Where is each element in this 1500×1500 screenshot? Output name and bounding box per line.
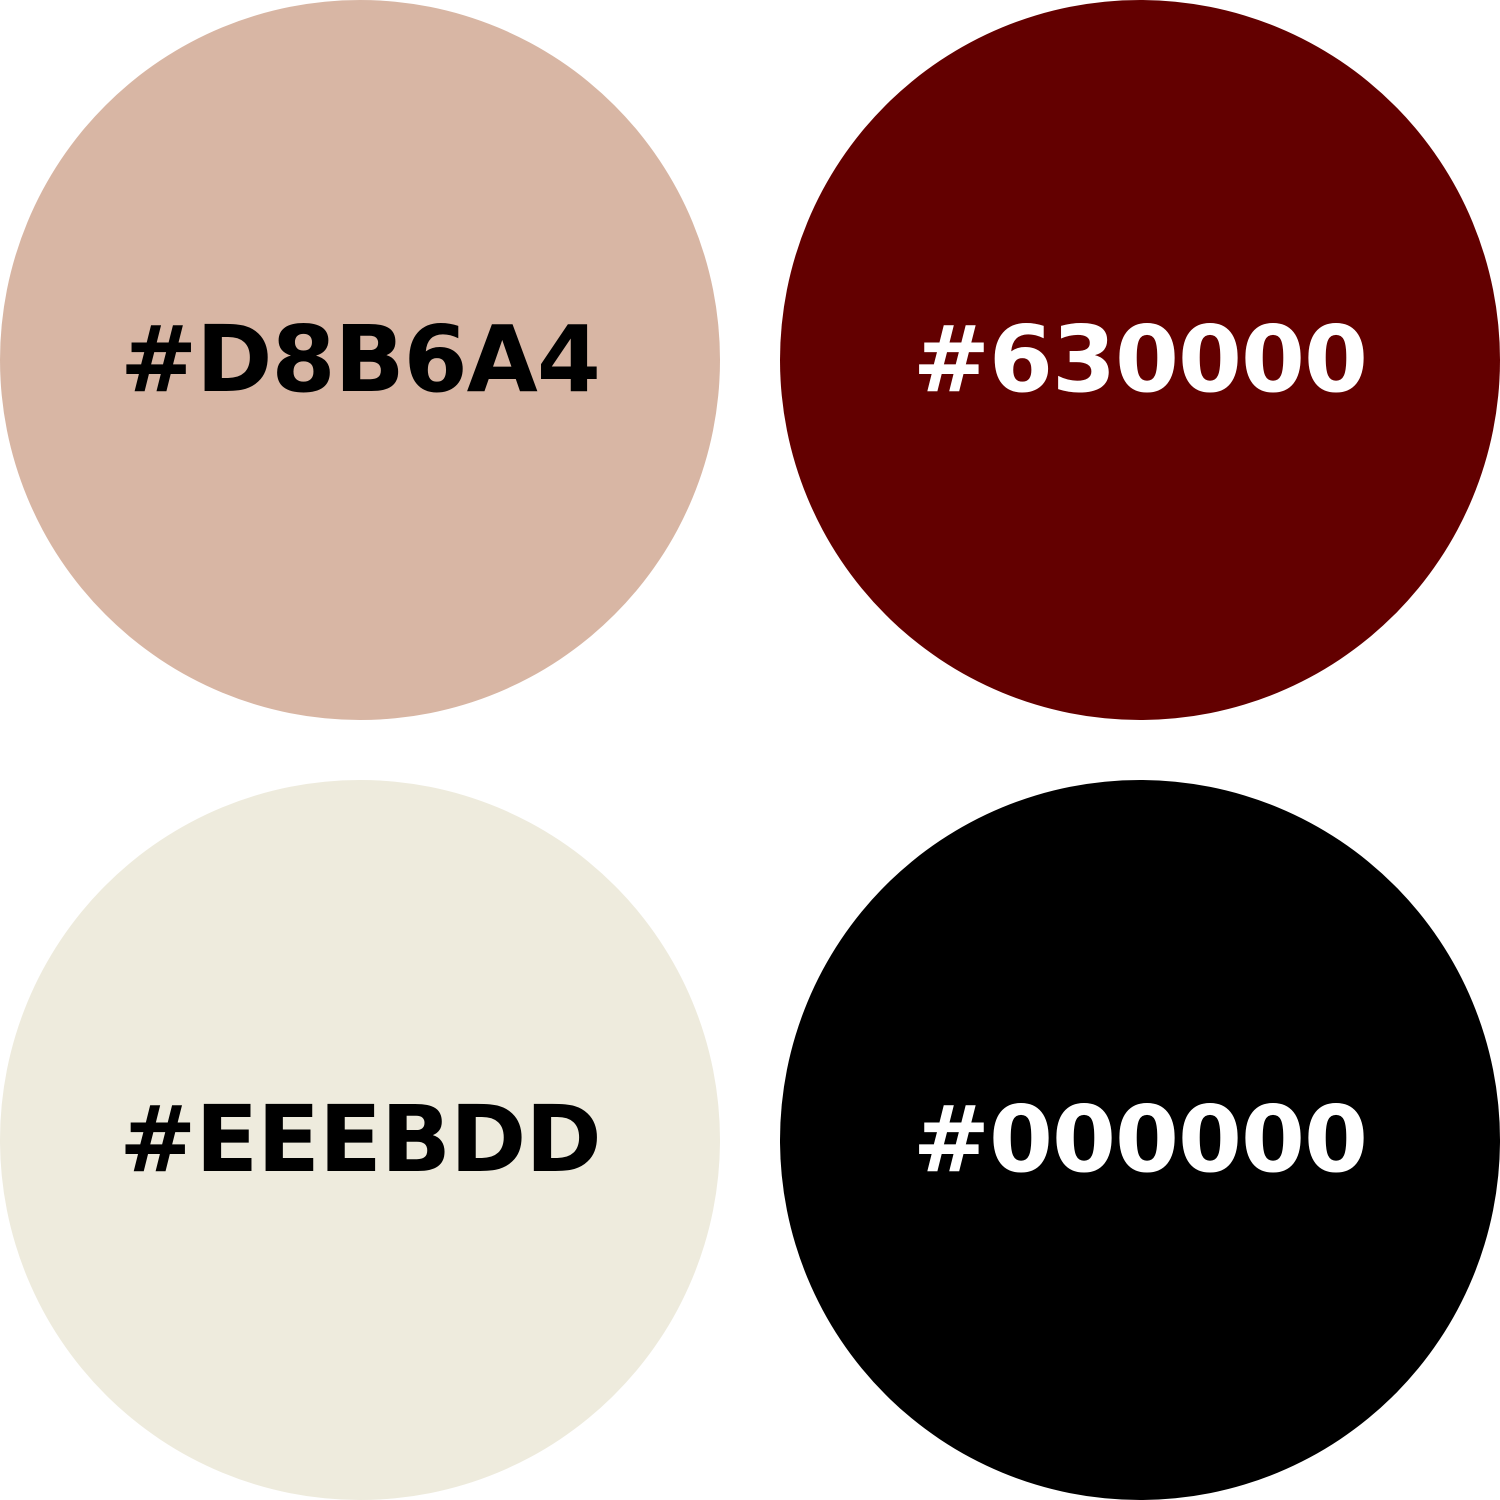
swatch-hex-label: #000000: [912, 1086, 1368, 1193]
color-swatch-4: #000000: [780, 780, 1500, 1500]
swatch-hex-label: #D8B6A4: [120, 306, 601, 413]
color-swatch-3: #EEEBDD: [0, 780, 720, 1500]
swatch-hex-label: #EEEBDD: [119, 1086, 601, 1193]
color-swatch-2: #630000: [780, 0, 1500, 720]
swatch-hex-label: #630000: [912, 306, 1368, 413]
color-swatch-1: #D8B6A4: [0, 0, 720, 720]
color-palette: #D8B6A4 #630000 #EEEBDD #000000: [0, 0, 1500, 1500]
